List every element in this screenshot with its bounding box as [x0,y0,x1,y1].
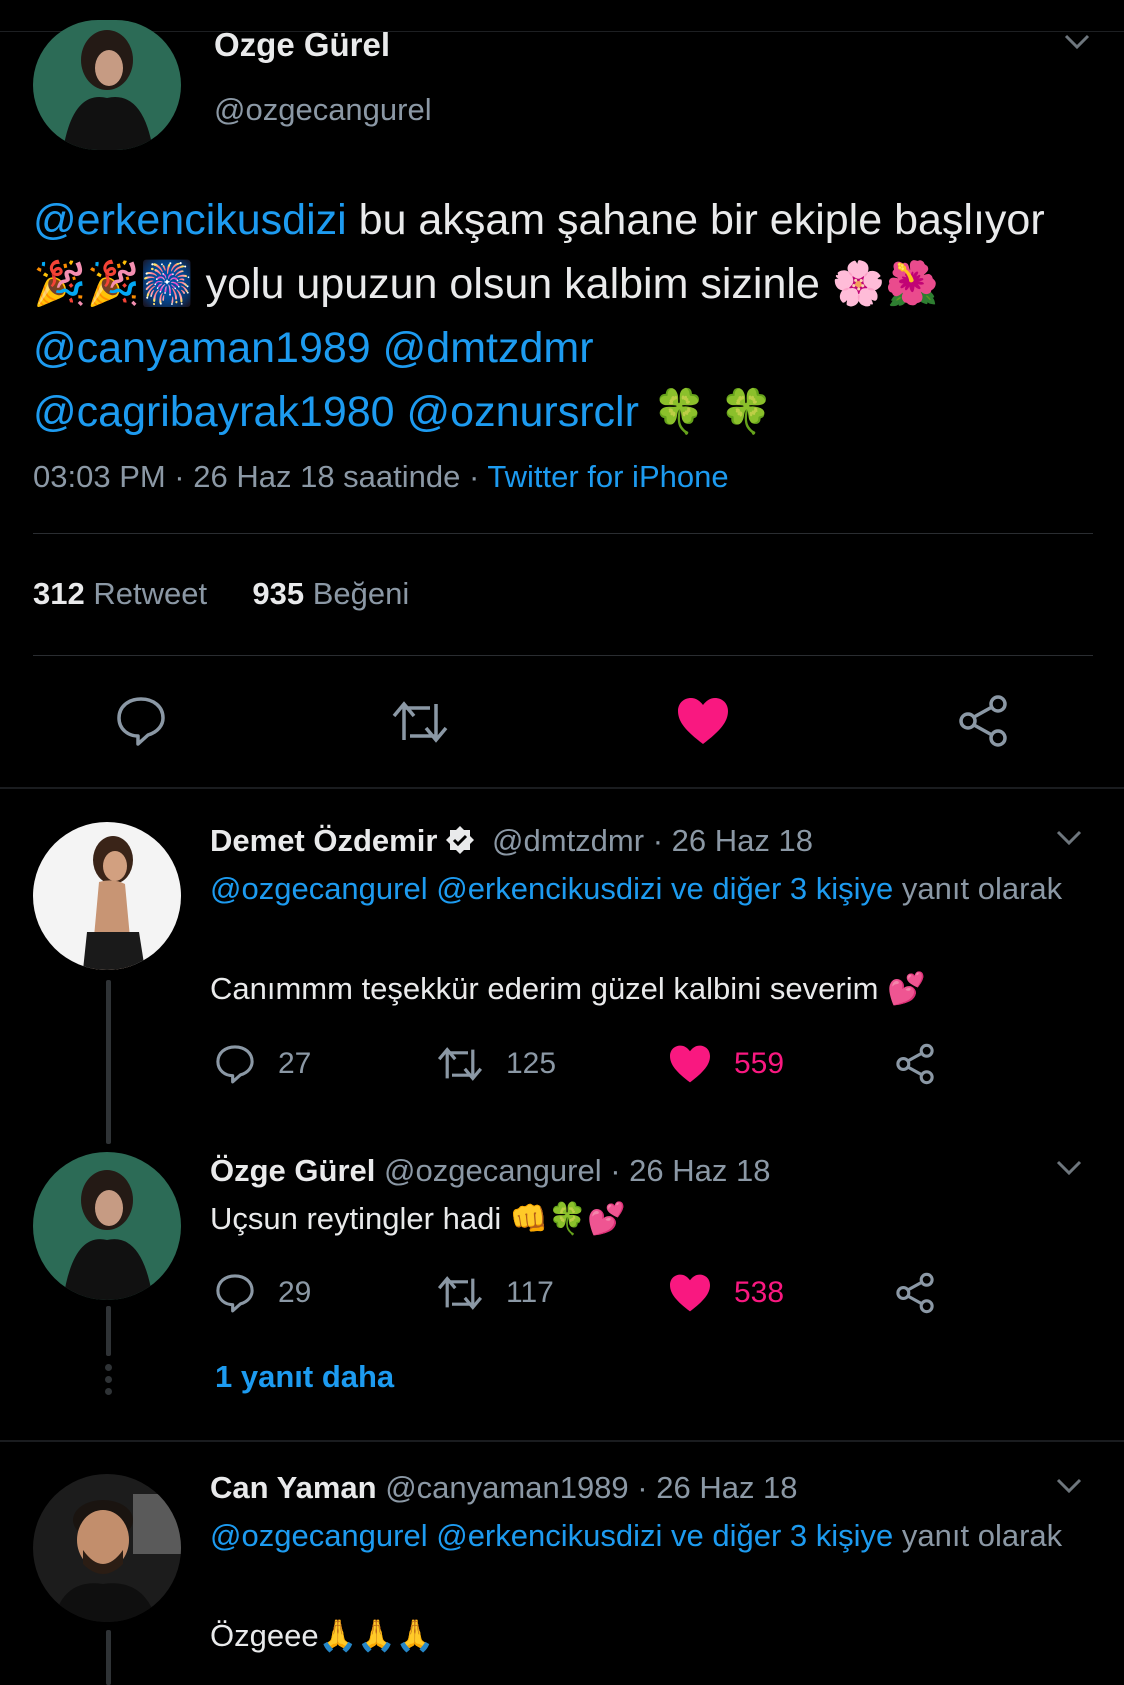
main-author-handle[interactable]: @ozgecangurel [214,92,432,128]
like-label[interactable]: Beğeni [313,576,410,611]
retweet-icon[interactable] [436,1043,484,1085]
chevron-down-icon[interactable] [1056,1160,1082,1176]
retweet-icon[interactable] [390,696,450,753]
reply-comment-action[interactable]: 27 [214,1041,311,1087]
reply-author-handle[interactable]: @canyaman1989 [385,1470,628,1505]
emoji-fireworks: 🎉🎉🎆 [33,259,194,309]
retweet-count: 117 [506,1276,554,1309]
replying-to-users-link[interactable]: @ozgecangurel @erkencikusdizi ve diğer 3… [210,871,893,906]
reply-author-name[interactable]: Özge Gürel [210,1153,375,1188]
comment-bubble-icon[interactable] [214,1272,256,1314]
like-count: 538 [734,1276,785,1309]
reply-text-body: Özgeee [210,1618,319,1653]
avatar-demet[interactable] [33,822,181,970]
mention-canyaman1989[interactable]: @canyaman1989 [33,324,371,372]
emoji-fist-clover-hearts: 👊🍀💕 [509,1201,626,1237]
avatar-ozge-main[interactable] [33,20,181,150]
thread-connector-line [106,1630,111,1685]
section-separator [0,787,1124,789]
reply-actions: 27 125 559 [210,1041,970,1087]
main-tweet-actions [0,690,1124,754]
emoji-flowers: 🌸🌺 [831,259,939,309]
replying-to-users-link[interactable]: @ozgecangurel @erkencikusdizi ve diğer 3… [210,1518,893,1553]
comment-bubble-icon[interactable] [114,694,168,753]
chevron-down-icon[interactable] [1064,34,1090,50]
reply-comment-action[interactable]: 29 [214,1270,311,1316]
reply-share-action[interactable] [894,1270,936,1316]
reply-author-handle[interactable]: @dmtzdmr [492,823,644,858]
retweet-label[interactable]: Retweet [93,576,207,611]
retweet-count: 125 [506,1047,557,1080]
verified-badge-icon [445,825,475,855]
mention-cagribayrak1980[interactable]: @cagribayrak1980 [33,388,395,436]
reply-text: Özgeee🙏🙏🙏 [210,1617,434,1654]
main-tweet-text: @erkencikusdizi bu akşam şahane bir ekip… [33,188,1093,444]
main-author-name[interactable]: Ozge Gürel [214,26,390,64]
heart-icon[interactable] [668,1044,712,1084]
heart-icon[interactable] [676,696,730,751]
reply-date: · 26 Haz 18 [628,1470,798,1505]
replying-to: @ozgecangurel @erkencikusdizi ve diğer 3… [210,866,1070,911]
retweet-count[interactable]: 312 [33,576,85,611]
mention-dmtzdmr[interactable]: @dmtzdmr [371,324,594,372]
reply-author-name[interactable]: Can Yaman [210,1470,377,1505]
engagement-counts: 312 Retweet 935 Beğeni [33,576,409,612]
reply-text-body: Canımmm teşekkür ederim güzel kalbini se… [210,971,888,1006]
reply-text-body: Uçsun reytingler hadi [210,1201,510,1236]
avatar-can[interactable] [33,1474,181,1622]
replying-to-suffix: yanıt olarak [893,871,1063,906]
top-divider [0,31,1124,32]
replying-to-suffix: yanıt olarak [893,1518,1063,1553]
tweet-timestamp: 03:03 PM · 26 Haz 18 saatinde · Twitter … [33,459,729,495]
tweet-source-link[interactable]: Twitter for iPhone [487,459,728,494]
tweet-text-part: yolu upuzun olsun kalbim sizinle [193,260,832,308]
heart-icon[interactable] [668,1273,712,1313]
reply-retweet-action[interactable]: 117 [436,1270,554,1316]
reply-retweet-action[interactable]: 125 [436,1041,556,1087]
share-icon[interactable] [894,1272,936,1314]
divider [33,533,1093,534]
tweet-text-part: bu akşam şahane bir ekiple başlıyor [346,196,1045,244]
share-icon[interactable] [956,694,1010,753]
thread-connector-line [106,1306,111,1356]
reply-like-action[interactable]: 559 [668,1041,784,1087]
reply-header: Demet Özdemir @dmtzdmr · 26 Haz 18 [210,823,813,859]
reply-share-action[interactable] [894,1041,936,1087]
reply-date: · 26 Haz 18 [644,823,813,858]
reply-date: · 26 Haz 18 [601,1153,771,1188]
comment-count: 29 [278,1276,312,1309]
thread-dots [105,1364,112,1395]
reply-header: Can Yaman @canyaman1989 · 26 Haz 18 [210,1470,798,1506]
comment-bubble-icon[interactable] [214,1043,256,1085]
show-more-replies-link[interactable]: 1 yanıt daha [215,1359,394,1395]
reply-like-action[interactable]: 538 [668,1270,784,1316]
like-count: 559 [734,1047,785,1080]
section-separator [0,1440,1124,1442]
thread-connector-line [106,980,111,1144]
reply-author-handle[interactable]: @ozgecangurel [384,1153,602,1188]
emoji-hearts: 💕 [887,971,926,1007]
emoji-clovers: 🍀 🍀 [638,387,774,437]
retweet-icon[interactable] [436,1272,484,1314]
share-icon[interactable] [894,1043,936,1085]
mention-oznursrclr[interactable]: @oznursrclr [395,388,639,436]
reply-author-name[interactable]: Demet Özdemir [210,823,437,858]
tweet-time: 03:03 PM · 26 Haz 18 saatinde · [33,459,488,494]
chevron-down-icon[interactable] [1056,1478,1082,1494]
divider [33,655,1093,656]
reply-header: Özge Gürel @ozgecangurel · 26 Haz 18 [210,1153,770,1189]
avatar-ozge-reply[interactable] [33,1152,181,1300]
reply-text: Uçsun reytingler hadi 👊🍀💕 [210,1200,626,1237]
like-count[interactable]: 935 [252,576,304,611]
chevron-down-icon[interactable] [1056,830,1082,846]
mention-erkencikusdizi[interactable]: @erkencikusdizi [33,196,347,244]
emoji-praying-hands: 🙏🙏🙏 [318,1618,435,1654]
reply-actions: 29 117 538 [210,1270,970,1316]
reply-text: Canımmm teşekkür ederim güzel kalbini se… [210,970,926,1007]
replying-to: @ozgecangurel @erkencikusdizi ve diğer 3… [210,1513,1070,1558]
comment-count: 27 [278,1047,312,1080]
